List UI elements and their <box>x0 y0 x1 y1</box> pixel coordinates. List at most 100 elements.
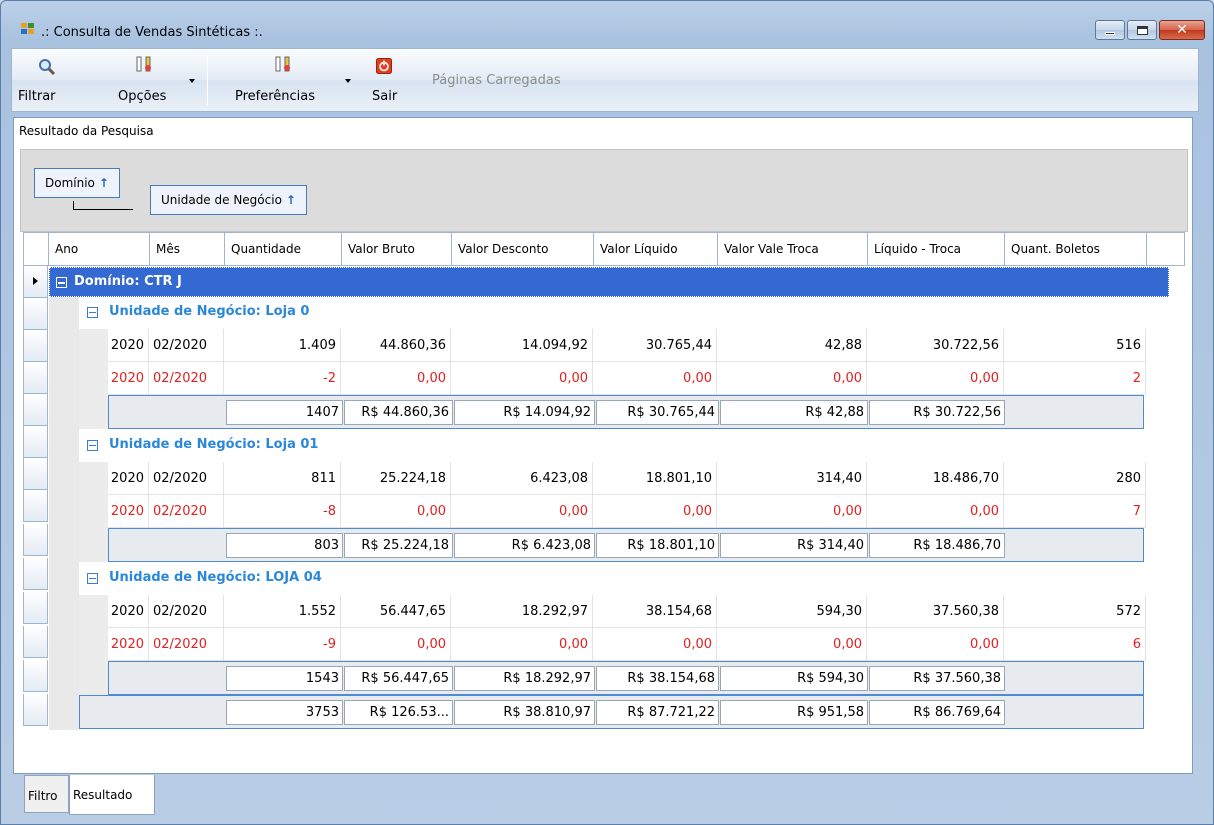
table-row[interactable]: 2020 02/2020 -9 0,00 0,00 0,00 0,00 0,00 6 <box>108 628 1169 661</box>
cell-bol[interactable]: 516 <box>1004 329 1146 362</box>
cell-vale[interactable]: 0,00 <box>717 362 867 395</box>
title-bar[interactable]: .: Consulta de Vendas Sintéticas :. ✕ <box>1 1 1213 45</box>
row-selector[interactable] <box>23 626 48 658</box>
collapse-icon[interactable] <box>56 277 67 288</box>
group-row-unidade[interactable]: Unidade de Negócio: Loja 0 <box>79 297 1169 329</box>
cell-qtd[interactable]: -8 <box>224 495 341 528</box>
cell-bruto[interactable]: 44.860,36 <box>341 329 451 362</box>
row-selector[interactable] <box>23 490 48 522</box>
row-selector[interactable] <box>23 592 48 624</box>
preferencias-button[interactable]: Preferências <box>227 49 352 111</box>
col-ano[interactable]: Ano <box>49 233 150 265</box>
cell-vale[interactable]: 42,88 <box>717 329 867 362</box>
chevron-down-icon[interactable] <box>345 79 351 83</box>
sair-button[interactable]: Sair <box>364 49 404 111</box>
cell-qtd[interactable]: 1.409 <box>224 329 341 362</box>
cell-bruto[interactable]: 0,00 <box>341 362 451 395</box>
group-row-dominio[interactable]: Domínio: CTR J <box>49 267 1169 297</box>
cell-mes[interactable]: 02/2020 <box>149 628 224 661</box>
row-selector[interactable] <box>23 694 48 726</box>
cell-mes[interactable]: 02/2020 <box>149 462 224 495</box>
cell-qtd[interactable]: 1.552 <box>224 595 341 628</box>
collapse-icon[interactable] <box>87 573 98 584</box>
close-button[interactable]: ✕ <box>1159 20 1205 40</box>
tab-resultado[interactable]: Resultado <box>69 775 155 815</box>
col-mes[interactable]: Mês <box>150 233 225 265</box>
col-liquido-troca[interactable]: Líquido - Troca <box>868 233 1005 265</box>
cell-bol[interactable]: 2 <box>1004 362 1146 395</box>
row-selector[interactable] <box>23 394 48 426</box>
cell-desc[interactable]: 0,00 <box>451 495 593 528</box>
cell-liq[interactable]: 0,00 <box>593 495 717 528</box>
cell-bruto[interactable]: 0,00 <box>341 495 451 528</box>
collapse-icon[interactable] <box>87 440 98 451</box>
collapse-icon[interactable] <box>87 307 98 318</box>
row-selector[interactable] <box>23 330 48 362</box>
maximize-button[interactable] <box>1127 20 1157 40</box>
cell-ano[interactable]: 2020 <box>108 462 149 495</box>
col-quantidade[interactable]: Quantidade <box>225 233 342 265</box>
cell-mes[interactable]: 02/2020 <box>149 362 224 395</box>
cell-bruto[interactable]: 25.224,18 <box>341 462 451 495</box>
cell-ano[interactable]: 2020 <box>108 628 149 661</box>
col-valor-desconto[interactable]: Valor Desconto <box>452 233 594 265</box>
cell-qtd[interactable]: -2 <box>224 362 341 395</box>
cell-mes[interactable]: 02/2020 <box>149 495 224 528</box>
cell-liq[interactable]: 0,00 <box>593 362 717 395</box>
cell-bol[interactable]: 7 <box>1004 495 1146 528</box>
cell-desc[interactable]: 0,00 <box>451 628 593 661</box>
col-quant-boletos[interactable]: Quant. Boletos <box>1005 233 1147 265</box>
row-selector[interactable] <box>23 458 48 490</box>
table-row[interactable]: 2020 02/2020 -2 0,00 0,00 0,00 0,00 0,00 2 <box>108 362 1169 395</box>
minimize-button[interactable] <box>1095 20 1125 40</box>
group-chip-dominio[interactable]: Domínio ↑ <box>34 168 120 198</box>
cell-ano[interactable]: 2020 <box>108 495 149 528</box>
filtrar-button[interactable]: Filtrar <box>12 49 68 111</box>
cell-bruto[interactable]: 0,00 <box>341 628 451 661</box>
cell-liqtroca[interactable]: 18.486,70 <box>867 462 1004 495</box>
cell-liqtroca[interactable]: 30.722,56 <box>867 329 1004 362</box>
cell-desc[interactable]: 6.423,08 <box>451 462 593 495</box>
cell-bol[interactable]: 572 <box>1004 595 1146 628</box>
group-row-unidade[interactable]: Unidade de Negócio: LOJA 04 <box>79 563 1169 595</box>
cell-ano[interactable]: 2020 <box>108 595 149 628</box>
cell-qtd[interactable]: -9 <box>224 628 341 661</box>
cell-liqtroca[interactable]: 37.560,38 <box>867 595 1004 628</box>
col-valor-liquido[interactable]: Valor Líquido <box>594 233 718 265</box>
table-row[interactable]: 2020 02/2020 811 25.224,18 6.423,08 18.801,10… <box>108 462 1169 495</box>
opcoes-button[interactable]: Opções <box>82 49 207 111</box>
row-selector[interactable] <box>23 558 48 590</box>
cell-bol[interactable]: 6 <box>1004 628 1146 661</box>
cell-vale[interactable]: 0,00 <box>717 495 867 528</box>
cell-bruto[interactable]: 56.447,65 <box>341 595 451 628</box>
row-selector[interactable] <box>23 362 48 394</box>
table-row[interactable]: 2020 02/2020 1.409 44.860,36 14.094,92 30.765… <box>108 329 1169 362</box>
row-selector[interactable] <box>23 426 48 458</box>
row-selector[interactable] <box>23 298 48 330</box>
group-row-unidade[interactable]: Unidade de Negócio: Loja 01 <box>79 430 1169 462</box>
cell-liq[interactable]: 0,00 <box>593 628 717 661</box>
group-chip-unidade[interactable]: Unidade de Negócio ↑ <box>150 185 307 215</box>
cell-liqtroca[interactable]: 0,00 <box>867 362 1004 395</box>
cell-liqtroca[interactable]: 0,00 <box>867 495 1004 528</box>
cell-liqtroca[interactable]: 0,00 <box>867 628 1004 661</box>
cell-desc[interactable]: 0,00 <box>451 362 593 395</box>
cell-liq[interactable]: 30.765,44 <box>593 329 717 362</box>
cell-vale[interactable]: 0,00 <box>717 628 867 661</box>
cell-desc[interactable]: 18.292,97 <box>451 595 593 628</box>
row-selector[interactable] <box>23 524 48 556</box>
table-row[interactable]: 2020 02/2020 -8 0,00 0,00 0,00 0,00 0,00 7 <box>108 495 1169 528</box>
cell-ano[interactable]: 2020 <box>108 362 149 395</box>
chevron-down-icon[interactable] <box>189 79 195 83</box>
cell-qtd[interactable]: 811 <box>224 462 341 495</box>
cell-ano[interactable]: 2020 <box>108 329 149 362</box>
table-row[interactable]: 2020 02/2020 1.552 56.447,65 18.292,97 38.154… <box>108 595 1169 628</box>
row-selector[interactable] <box>23 660 48 692</box>
cell-desc[interactable]: 14.094,92 <box>451 329 593 362</box>
tab-filtro[interactable]: Filtro <box>24 775 69 813</box>
col-valor-bruto[interactable]: Valor Bruto <box>342 233 452 265</box>
cell-liq[interactable]: 38.154,68 <box>593 595 717 628</box>
col-valor-vale-troca[interactable]: Valor Vale Troca <box>718 233 868 265</box>
cell-vale[interactable]: 314,40 <box>717 462 867 495</box>
cell-vale[interactable]: 594,30 <box>717 595 867 628</box>
